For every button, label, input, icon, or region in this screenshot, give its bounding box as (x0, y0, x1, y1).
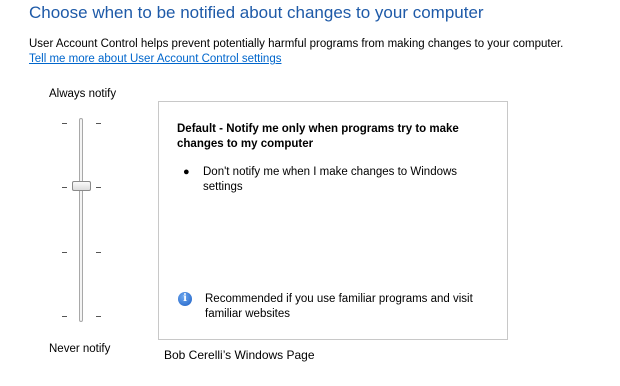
slider-thumb[interactable] (72, 181, 91, 191)
description-text: User Account Control helps prevent poten… (29, 38, 564, 50)
watermark-caption: Bob Cerelli’s Windows Page (164, 348, 315, 362)
bullet-text: Don't notify me when I make changes to W… (203, 166, 458, 193)
never-notify-label: Never notify (49, 343, 111, 355)
slider-tick (96, 316, 101, 317)
level-heading: Default - Notify me only when programs t… (177, 123, 459, 150)
recommendation-text: Recommended if you use familiar programs… (205, 293, 473, 320)
page-title: Choose when to be notified about changes… (29, 3, 484, 22)
slider-tick (96, 187, 101, 188)
slider-tick (62, 123, 67, 124)
slider-tick (96, 252, 101, 253)
info-icon: i (178, 292, 192, 306)
slider-tick (62, 316, 67, 317)
bullet-icon: ● (183, 166, 190, 178)
slider-tick (62, 252, 67, 253)
slider-tick (62, 187, 67, 188)
slider-tick (96, 123, 101, 124)
uac-settings-link[interactable]: Tell me more about User Account Control … (29, 53, 281, 65)
level-description-panel: Default - Notify me only when programs t… (158, 101, 508, 340)
always-notify-label: Always notify (49, 88, 117, 100)
slider-track[interactable] (79, 118, 83, 322)
